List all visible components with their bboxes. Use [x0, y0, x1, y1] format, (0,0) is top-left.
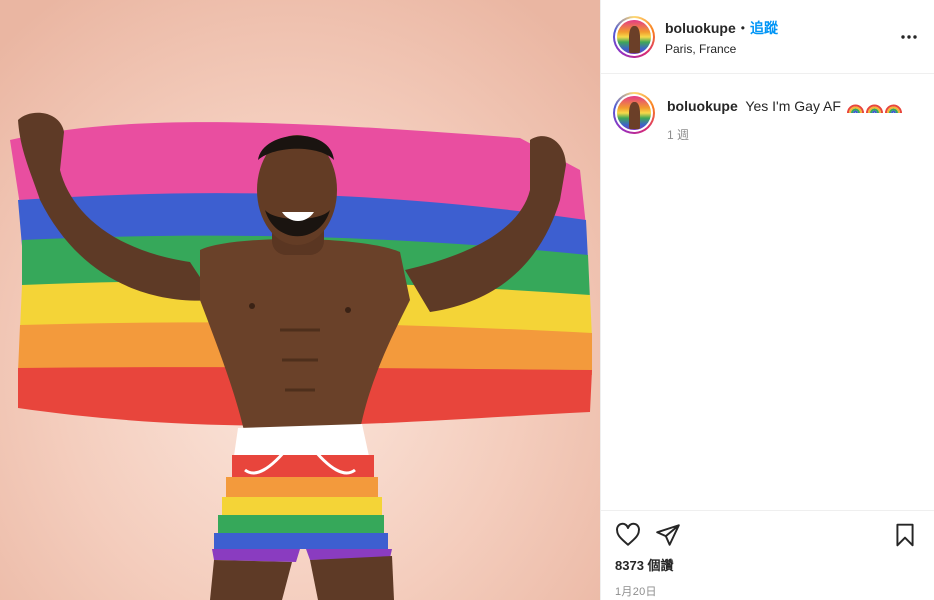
avatar[interactable]	[613, 15, 655, 58]
bookmark-icon[interactable]	[892, 522, 918, 548]
likes-count[interactable]: 8373 個讚	[615, 555, 918, 574]
rainbow-emoji-icon	[865, 100, 883, 118]
post-date[interactable]: 1月20日	[615, 583, 918, 599]
profile-picture	[617, 96, 651, 130]
instagram-post: boluokupe • 追蹤 Paris, France boluokupe Y…	[0, 0, 934, 600]
rainbow-emoji-icon	[884, 100, 902, 118]
rainbow-shorts	[212, 424, 392, 562]
username-link[interactable]: boluokupe	[665, 20, 736, 36]
caption-username-link[interactable]: boluokupe	[667, 98, 738, 114]
more-options-icon[interactable]	[898, 26, 920, 48]
comments-section: boluokupe Yes I'm Gay AF 1 週	[601, 74, 934, 510]
follow-button[interactable]: 追蹤	[750, 18, 778, 38]
profile-picture	[617, 19, 651, 54]
caption-text: Yes I'm Gay AF	[745, 98, 841, 114]
separator-dot: •	[740, 20, 745, 35]
rainbow-emoji-icon	[846, 100, 864, 118]
post-photo[interactable]	[0, 0, 600, 600]
heart-icon[interactable]	[615, 522, 641, 548]
post-actions: 8373 個讚 1月20日	[601, 510, 934, 600]
location-link[interactable]: Paris, France	[665, 42, 898, 56]
legs	[210, 556, 394, 600]
post-header: boluokupe • 追蹤 Paris, France	[601, 0, 934, 74]
caption-avatar[interactable]	[613, 92, 655, 134]
post-header-meta: boluokupe • 追蹤 Paris, France	[665, 18, 898, 56]
rainbow-flag-photo	[10, 112, 592, 600]
paper-plane-icon[interactable]	[655, 522, 681, 548]
post-side-panel: boluokupe • 追蹤 Paris, France boluokupe Y…	[600, 0, 934, 600]
caption: boluokupe Yes I'm Gay AF 1 週	[613, 92, 920, 143]
caption-timestamp[interactable]: 1 週	[667, 126, 902, 143]
